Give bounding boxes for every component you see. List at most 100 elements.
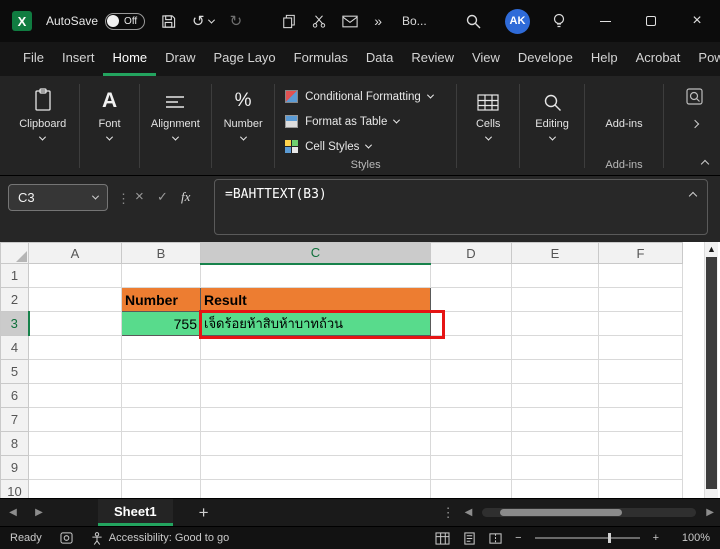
cell-E4[interactable] xyxy=(512,336,599,360)
cell-F7[interactable] xyxy=(599,408,683,432)
tab-insert[interactable]: Insert xyxy=(53,42,104,76)
insert-function-icon[interactable]: fx xyxy=(181,189,190,205)
maximize-button[interactable] xyxy=(628,0,674,42)
cell-B8[interactable] xyxy=(122,432,201,456)
cell-E8[interactable] xyxy=(512,432,599,456)
tab-acrobat[interactable]: Acrobat xyxy=(627,42,690,76)
cell-D7[interactable] xyxy=(431,408,512,432)
cell-F1[interactable] xyxy=(599,264,683,288)
normal-view-icon[interactable] xyxy=(435,532,450,545)
row-header-4[interactable]: 4 xyxy=(1,336,29,360)
autosave-toggle[interactable]: Off xyxy=(105,13,145,30)
tab-view[interactable]: View xyxy=(463,42,509,76)
column-header-F[interactable]: F xyxy=(599,243,683,264)
conditional-formatting-button[interactable]: Conditional Formatting xyxy=(281,84,450,109)
horizontal-scrollbar[interactable] xyxy=(482,508,696,517)
cell-D9[interactable] xyxy=(431,456,512,480)
name-box-chevron-icon[interactable] xyxy=(92,193,99,200)
cell-B1[interactable] xyxy=(122,264,201,288)
cell-A5[interactable] xyxy=(29,360,122,384)
cell-D10[interactable] xyxy=(431,480,512,499)
add-sheet-button[interactable]: + xyxy=(187,499,221,526)
cell-D4[interactable] xyxy=(431,336,512,360)
tab-formulas[interactable]: Formulas xyxy=(285,42,357,76)
hscroll-left-icon[interactable]: ◀ xyxy=(465,507,473,518)
page-layout-view-icon[interactable] xyxy=(463,532,476,545)
zoom-out-icon[interactable]: − xyxy=(515,532,521,544)
sheet-tab-sheet1[interactable]: Sheet1 xyxy=(98,499,173,526)
name-box[interactable]: C3 xyxy=(8,184,108,211)
column-header-A[interactable]: A xyxy=(29,243,122,264)
cell-F3[interactable] xyxy=(599,312,683,336)
cell-E1[interactable] xyxy=(512,264,599,288)
cell-A8[interactable] xyxy=(29,432,122,456)
cell-C10[interactable] xyxy=(201,480,431,499)
autosave-control[interactable]: AutoSave Off xyxy=(46,13,145,30)
ribbon-group-cells[interactable]: Cells xyxy=(463,82,513,175)
cell-styles-button[interactable]: Cell Styles xyxy=(281,134,450,159)
redo-button[interactable]: ↻ xyxy=(230,12,243,30)
cell-A1[interactable] xyxy=(29,264,122,288)
row-header-3[interactable]: 3 xyxy=(1,312,29,336)
cell-C9[interactable] xyxy=(201,456,431,480)
cell-C1[interactable] xyxy=(201,264,431,288)
cell-D6[interactable] xyxy=(431,384,512,408)
copy-icon[interactable] xyxy=(282,14,296,29)
cell-C5[interactable] xyxy=(201,360,431,384)
cell-F2[interactable] xyxy=(599,288,683,312)
cell-D1[interactable] xyxy=(431,264,512,288)
ribbon-group-editing[interactable]: Editing xyxy=(526,82,578,175)
cell-C6[interactable] xyxy=(201,384,431,408)
account-avatar[interactable]: AK xyxy=(505,9,530,34)
undo-button[interactable]: ↺ xyxy=(192,12,214,30)
cell-B9[interactable] xyxy=(122,456,201,480)
search-icon[interactable] xyxy=(465,13,481,29)
cell-B4[interactable] xyxy=(122,336,201,360)
vertical-scrollbar-thumb[interactable] xyxy=(706,257,717,489)
close-button[interactable]: × xyxy=(674,0,720,42)
cell-F10[interactable] xyxy=(599,480,683,499)
cell-A7[interactable] xyxy=(29,408,122,432)
macro-record-icon[interactable] xyxy=(60,532,73,544)
row-header-1[interactable]: 1 xyxy=(1,264,29,288)
zoom-level[interactable]: 100% xyxy=(672,532,710,544)
row-header-8[interactable]: 8 xyxy=(1,432,29,456)
mail-icon[interactable] xyxy=(342,15,358,28)
column-header-B[interactable]: B xyxy=(122,243,201,264)
cell-D3[interactable] xyxy=(431,312,512,336)
column-header-D[interactable]: D xyxy=(431,243,512,264)
cell-A6[interactable] xyxy=(29,384,122,408)
cell-C7[interactable] xyxy=(201,408,431,432)
tab-review[interactable]: Review xyxy=(402,42,463,76)
ribbon-group-number[interactable]: % Number xyxy=(218,82,268,175)
cell-E6[interactable] xyxy=(512,384,599,408)
cell-C3-active[interactable]: เจ็ดร้อยห้าสิบห้าบาทถ้วน xyxy=(201,312,431,336)
confirm-entry-icon[interactable]: ✓ xyxy=(157,189,168,205)
lightbulb-icon[interactable] xyxy=(552,13,566,29)
cell-B10[interactable] xyxy=(122,480,201,499)
cut-icon[interactable] xyxy=(312,14,326,28)
format-as-table-button[interactable]: Format as Table xyxy=(281,109,450,134)
formula-bar-collapse-icon[interactable] xyxy=(689,192,697,200)
row-header-5[interactable]: 5 xyxy=(1,360,29,384)
scroll-up-icon[interactable]: ▲ xyxy=(705,242,718,256)
horizontal-scrollbar-thumb[interactable] xyxy=(500,509,622,516)
cell-F9[interactable] xyxy=(599,456,683,480)
cell-E3[interactable] xyxy=(512,312,599,336)
cell-B6[interactable] xyxy=(122,384,201,408)
tab-file[interactable]: File xyxy=(14,42,53,76)
tab-developer[interactable]: Develope xyxy=(509,42,582,76)
zoom-in-icon[interactable]: + xyxy=(653,532,659,544)
cell-D5[interactable] xyxy=(431,360,512,384)
excel-app-icon[interactable]: X xyxy=(12,11,32,31)
cell-B2[interactable]: Number xyxy=(122,288,201,312)
tab-page-layout[interactable]: Page Layo xyxy=(205,42,285,76)
select-all-corner[interactable] xyxy=(1,243,29,264)
cell-E9[interactable] xyxy=(512,456,599,480)
tab-home[interactable]: Home xyxy=(103,42,156,76)
tab-help[interactable]: Help xyxy=(582,42,627,76)
ribbon-group-clipboard[interactable]: Clipboard xyxy=(12,82,73,175)
page-break-view-icon[interactable] xyxy=(489,532,502,545)
cell-A2[interactable] xyxy=(29,288,122,312)
addins-button[interactable]: Add-ins xyxy=(591,82,657,130)
